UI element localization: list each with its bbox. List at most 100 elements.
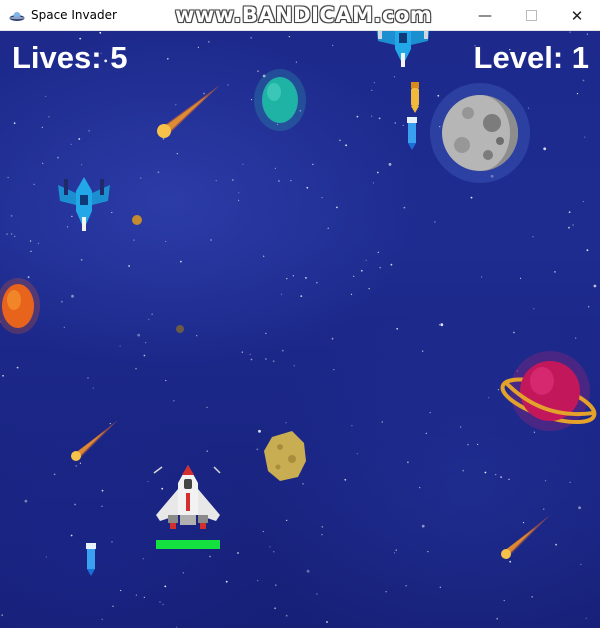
- star: [533, 308, 535, 310]
- star: [434, 221, 436, 223]
- star: [148, 318, 150, 320]
- star: [119, 345, 121, 347]
- star: [7, 176, 9, 179]
- star: [135, 594, 137, 596]
- star: [488, 397, 490, 399]
- star: [81, 164, 83, 166]
- player-health-bar: [156, 540, 220, 549]
- star: [135, 367, 137, 370]
- star: [360, 269, 363, 272]
- star: [6, 233, 8, 236]
- star: [210, 239, 212, 241]
- star: [585, 617, 587, 619]
- star: [274, 584, 277, 587]
- star: [460, 426, 462, 428]
- star: [321, 197, 323, 199]
- star: [41, 126, 43, 128]
- star: [232, 179, 234, 181]
- star: [265, 358, 267, 360]
- star: [543, 147, 547, 151]
- game-canvas[interactable]: Lives: 5 Level: 1: [0, 31, 600, 628]
- star: [584, 136, 586, 138]
- star: [16, 366, 19, 369]
- star: [274, 607, 276, 610]
- star: [344, 478, 347, 481]
- star: [293, 365, 295, 367]
- star: [339, 139, 341, 142]
- star: [481, 276, 483, 278]
- player-spaceship: [153, 465, 221, 529]
- star: [402, 124, 404, 126]
- window-titlebar[interactable]: Space Invader www.BANDICAM.com — ✕: [0, 0, 600, 31]
- star: [145, 342, 147, 344]
- level-indicator: Level: 1: [473, 40, 589, 75]
- star: [87, 377, 89, 379]
- star: [575, 337, 577, 339]
- star: [1, 614, 4, 616]
- star: [182, 572, 184, 574]
- star: [393, 76, 396, 78]
- star: [381, 421, 383, 423]
- star: [101, 505, 103, 507]
- star: [278, 180, 280, 182]
- close-button[interactable]: ✕: [554, 0, 600, 31]
- star: [165, 379, 167, 382]
- star: [569, 481, 571, 483]
- star: [206, 406, 208, 408]
- star: [593, 284, 597, 288]
- star: [273, 551, 275, 553]
- star: [372, 182, 374, 184]
- star: [241, 351, 243, 353]
- star: [280, 293, 283, 295]
- star: [470, 196, 473, 199]
- star: [582, 79, 585, 82]
- star: [120, 589, 122, 592]
- star: [45, 95, 47, 97]
- star: [281, 349, 284, 352]
- star: [288, 36, 290, 38]
- star: [378, 117, 381, 120]
- star: [2, 374, 4, 377]
- star: [11, 233, 13, 235]
- star: [305, 277, 307, 279]
- star: [371, 115, 373, 117]
- star: [274, 167, 276, 169]
- minimize-button[interactable]: —: [462, 0, 508, 31]
- ringed-planet: [500, 351, 597, 431]
- star: [513, 331, 515, 334]
- star: [425, 432, 427, 434]
- star: [440, 323, 444, 327]
- star: [249, 353, 251, 355]
- star: [497, 389, 500, 391]
- star: [37, 242, 40, 244]
- star: [331, 337, 334, 340]
- star: [30, 250, 32, 252]
- star: [71, 294, 74, 298]
- star: [568, 226, 570, 229]
- star: [242, 163, 244, 165]
- star: [395, 549, 397, 551]
- star: [376, 171, 379, 174]
- star: [508, 478, 510, 480]
- star: [388, 163, 392, 166]
- debris: [176, 325, 184, 333]
- star: [237, 552, 239, 554]
- star: [151, 313, 153, 315]
- star: [350, 293, 353, 295]
- star: [74, 503, 76, 506]
- star: [316, 282, 318, 284]
- star: [365, 259, 367, 261]
- star: [61, 300, 63, 303]
- star: [429, 412, 431, 414]
- laser-bullet: [407, 117, 417, 150]
- star: [140, 177, 142, 179]
- star: [165, 240, 167, 243]
- star: [353, 275, 355, 277]
- star: [92, 387, 94, 389]
- star: [356, 115, 359, 118]
- star: [256, 448, 259, 451]
- star: [403, 206, 406, 209]
- maximize-button[interactable]: [508, 0, 554, 31]
- star: [588, 306, 590, 308]
- star: [327, 227, 329, 229]
